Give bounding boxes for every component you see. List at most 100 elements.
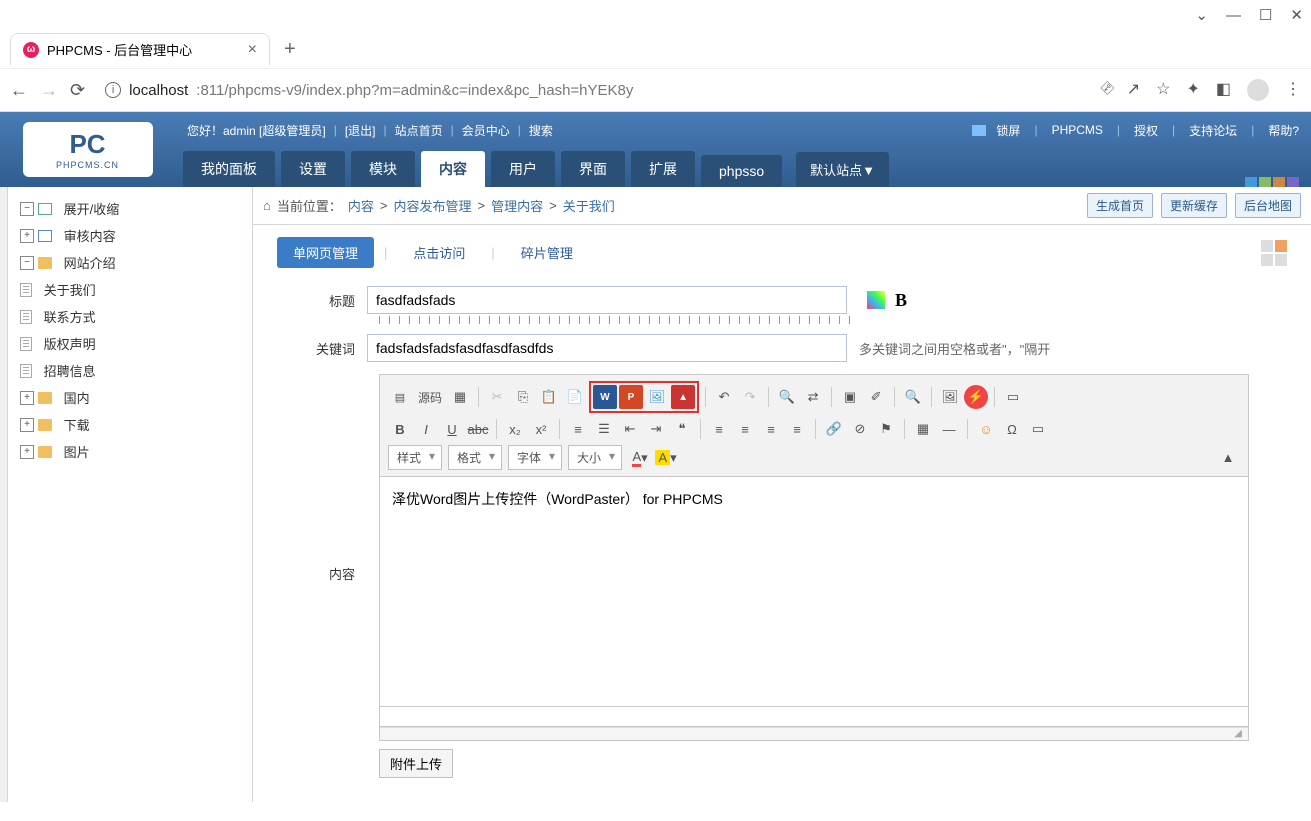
new-tab-button[interactable]: + — [278, 38, 302, 61]
textcolor-icon[interactable]: A▾ — [628, 446, 652, 470]
outdent-icon[interactable]: ⇤ — [618, 417, 642, 441]
replace-icon[interactable]: ⇄ — [801, 385, 825, 409]
sidebar-item-domestic[interactable]: + 国内 — [20, 384, 252, 411]
lockscreen-link[interactable]: 锁屏 — [996, 122, 1020, 139]
nav-ui[interactable]: 界面 — [561, 151, 625, 187]
phpcms-link[interactable]: PHPCMS — [1052, 123, 1103, 137]
forward-button[interactable]: → — [40, 80, 58, 101]
undo-icon[interactable]: ↶ — [712, 385, 736, 409]
image-icon[interactable]: 🔍 — [901, 385, 925, 409]
minimize-icon[interactable]: ― — [1226, 7, 1241, 24]
cut-icon[interactable]: ✂ — [485, 385, 509, 409]
url-display[interactable]: i localhost:811/phpcms-v9/index.php?m=ad… — [97, 78, 1088, 103]
gen-home-button[interactable]: 生成首页 — [1087, 193, 1153, 218]
iframe-icon[interactable]: ▭ — [1026, 417, 1050, 441]
link-icon[interactable]: 🔗 — [822, 417, 846, 441]
picture-icon[interactable]: 🖼 — [938, 385, 962, 409]
size-select[interactable]: 大小 — [568, 445, 622, 470]
copy-icon[interactable]: ⎘ — [511, 385, 535, 409]
paste-icon[interactable]: 📋 — [537, 385, 561, 409]
member-center-link[interactable]: 会员中心 — [462, 122, 510, 139]
reload-button[interactable]: ⟳ — [70, 80, 85, 101]
maximize-icon[interactable]: ☐ — [1259, 6, 1272, 24]
sidebar-item-download[interactable]: + 下载 — [20, 411, 252, 438]
resize-grip[interactable]: ◢ — [379, 727, 1249, 741]
align-right-icon[interactable]: ≡ — [759, 417, 783, 441]
sitemap-button[interactable]: 后台地图 — [1235, 193, 1301, 218]
crumb-about[interactable]: 关于我们 — [563, 196, 615, 215]
ptab-fragments[interactable]: 碎片管理 — [505, 237, 589, 268]
sidebar-item-jobs[interactable]: 招聘信息 — [20, 357, 252, 384]
logout-link[interactable]: [退出] — [345, 122, 376, 139]
license-link[interactable]: 授权 — [1134, 122, 1158, 139]
unlink-icon[interactable]: ⊘ — [848, 417, 872, 441]
keywords-input[interactable] — [367, 334, 847, 362]
expand-icon[interactable]: ▲ — [1216, 446, 1240, 470]
paste-text-icon[interactable]: 📄 — [563, 385, 587, 409]
title-input[interactable] — [367, 286, 847, 314]
underline-icon[interactable]: U — [440, 417, 464, 441]
profile-icon[interactable] — [1247, 79, 1269, 101]
bookmark-star-icon[interactable]: ☆ — [1156, 79, 1170, 101]
italic-icon[interactable]: I — [414, 417, 438, 441]
share-icon[interactable]: ↗ — [1127, 79, 1140, 101]
ptab-single-page[interactable]: 单网页管理 — [277, 237, 374, 268]
sidebar-item-site-intro[interactable]: − 网站介绍 — [20, 249, 252, 276]
tab-close-icon[interactable]: × — [248, 41, 257, 59]
nav-my-panel[interactable]: 我的面板 — [183, 151, 275, 187]
help-link[interactable]: 帮助? — [1268, 122, 1299, 139]
paste-word-icon[interactable]: W — [593, 385, 617, 409]
color-picker-icon[interactable] — [867, 291, 885, 309]
nav-phpsso[interactable]: phpsso — [701, 155, 782, 187]
extensions-icon[interactable]: ✦ — [1186, 79, 1199, 101]
chevron-down-icon[interactable]: ⌄ — [1195, 6, 1208, 24]
bold-toggle[interactable]: B — [895, 290, 907, 311]
find-icon[interactable]: 🔍 — [775, 385, 799, 409]
attach-button[interactable]: 附件上传 — [379, 749, 453, 778]
smiley-icon[interactable]: ☺ — [974, 417, 998, 441]
subscript-icon[interactable]: x₂ — [503, 417, 527, 441]
selectall-icon[interactable]: ▣ — [838, 385, 862, 409]
layout-switch-icon[interactable] — [1261, 240, 1287, 266]
bold-icon[interactable]: B — [388, 417, 412, 441]
close-window-icon[interactable]: ✕ — [1290, 6, 1303, 24]
font-select[interactable]: 字体 — [508, 445, 562, 470]
home-icon[interactable]: ⌂ — [263, 198, 271, 213]
refresh-cache-button[interactable]: 更新缓存 — [1161, 193, 1227, 218]
bgcolor-icon[interactable]: A▾ — [654, 446, 678, 470]
blockquote-icon[interactable]: ❝ — [670, 417, 694, 441]
editor-body[interactable]: 泽优Word图片上传控件（WordPaster） for PHPCMS — [379, 477, 1249, 707]
browser-tab[interactable]: ω PHPCMS - 后台管理中心 × — [10, 33, 270, 65]
nav-modules[interactable]: 模块 — [351, 151, 415, 187]
site-selector[interactable]: 默认站点▼ — [796, 152, 889, 187]
crumb-publish[interactable]: 内容发布管理 — [393, 196, 471, 215]
table-icon[interactable]: ▦ — [911, 417, 935, 441]
hr-icon[interactable]: — — [937, 417, 961, 441]
newpage-icon[interactable]: ▦ — [448, 385, 472, 409]
indent-icon[interactable]: ⇥ — [644, 417, 668, 441]
sidebar-item-about[interactable]: 关于我们 — [20, 276, 252, 303]
flash-icon[interactable]: ⚡ — [964, 385, 988, 409]
back-button[interactable]: ← — [10, 80, 28, 101]
nav-users[interactable]: 用户 — [491, 151, 555, 187]
crumb-content[interactable]: 内容 — [348, 196, 374, 215]
source-icon[interactable]: ▤ — [388, 385, 412, 409]
bullist-icon[interactable]: ☰ — [592, 417, 616, 441]
site-home-link[interactable]: 站点首页 — [395, 122, 443, 139]
style-select[interactable]: 样式 — [388, 445, 442, 470]
pagebreak-icon[interactable]: ▭ — [1001, 385, 1025, 409]
paste-ppt-icon[interactable]: P — [619, 385, 643, 409]
paste-image-icon[interactable]: 🖼 — [645, 385, 669, 409]
anchor-icon[interactable]: ⚑ — [874, 417, 898, 441]
menu-dots-icon[interactable]: ⋮ — [1285, 79, 1301, 101]
format-select[interactable]: 格式 — [448, 445, 502, 470]
site-info-icon[interactable]: i — [105, 82, 121, 98]
numlist-icon[interactable]: ≡ — [566, 417, 590, 441]
sidebar-item-review[interactable]: + 审核内容 — [20, 222, 252, 249]
sidebar-collapse-bar[interactable] — [0, 187, 8, 802]
redo-icon[interactable]: ↷ — [738, 385, 762, 409]
sidepanel-icon[interactable]: ◧ — [1216, 79, 1231, 101]
ptab-visit[interactable]: 点击访问 — [397, 237, 481, 268]
strike-icon[interactable]: abc — [466, 417, 490, 441]
specialchar-icon[interactable]: Ω — [1000, 417, 1024, 441]
